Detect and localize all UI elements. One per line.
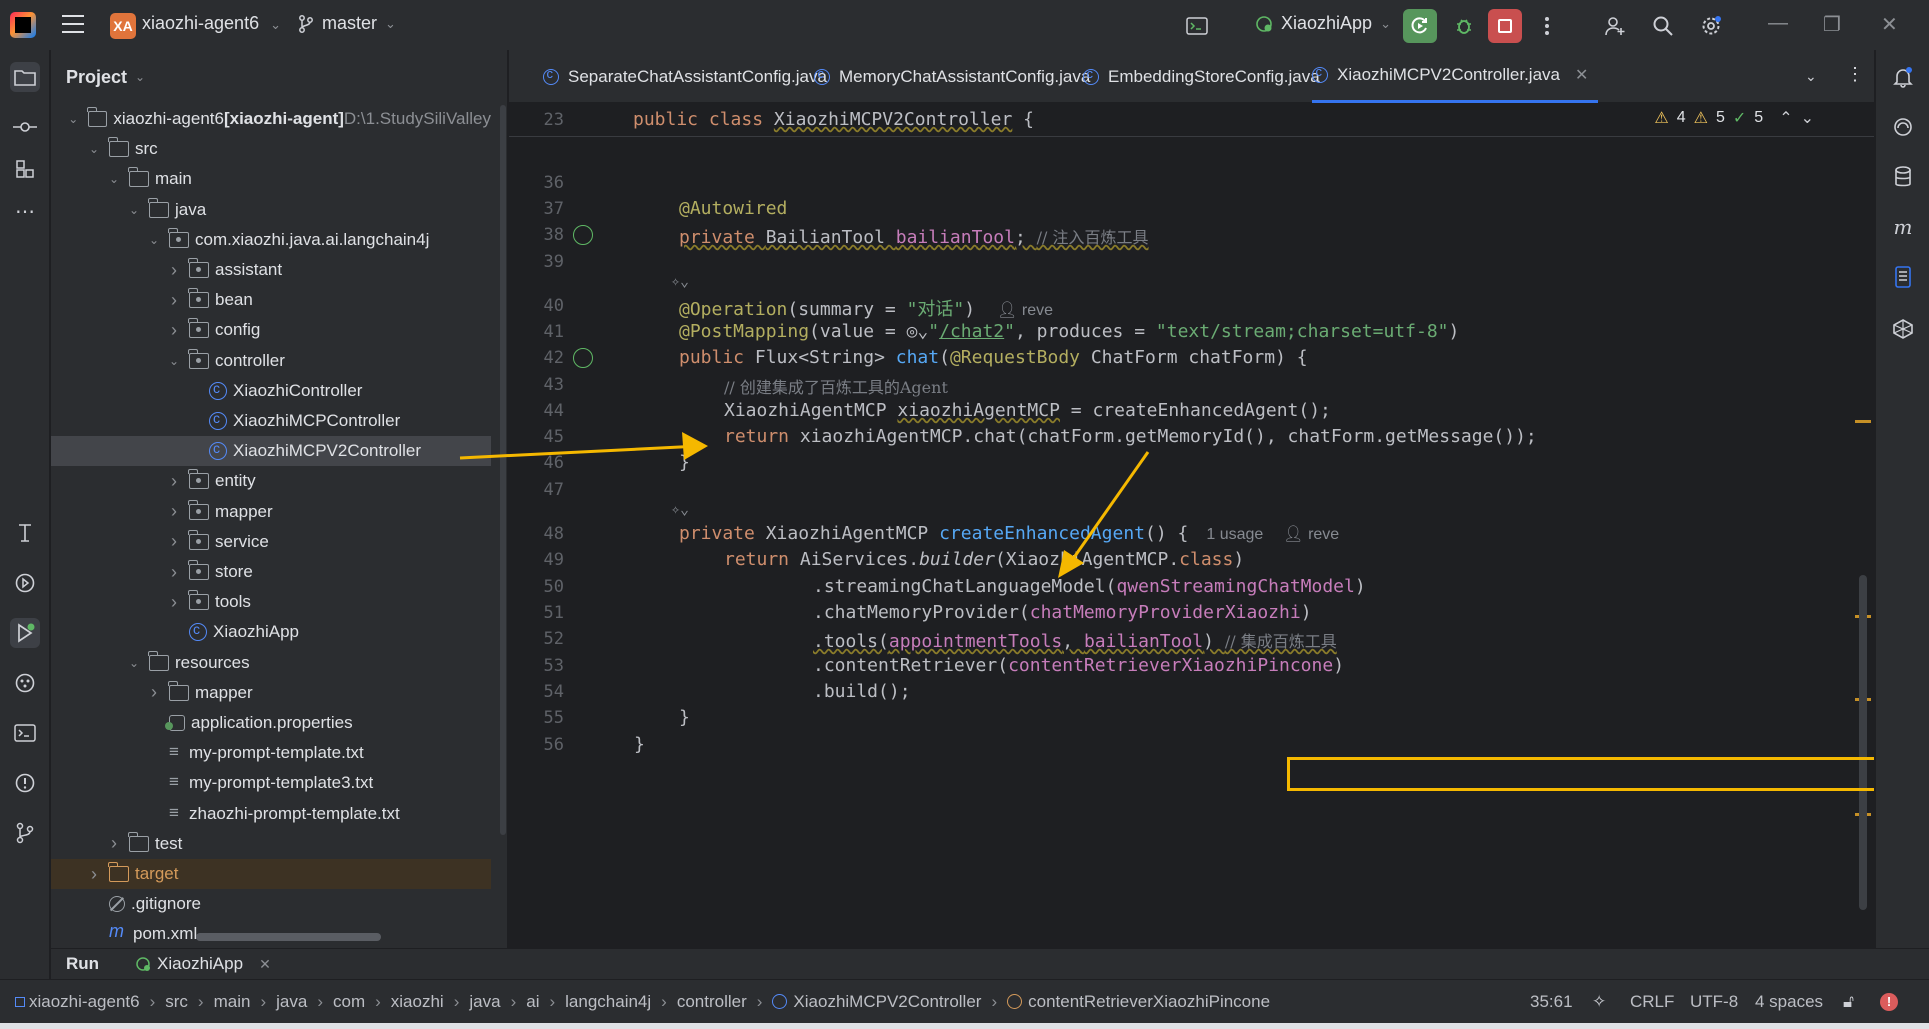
breadcrumb-separator: › [375,991,381,1011]
line-separator[interactable]: CRLF [1630,992,1674,1012]
sticky-code: public class XiaozhiMCPV2Controller { [633,109,1034,130]
notifications-bell-icon[interactable] [1888,62,1918,92]
java-class-icon [772,994,788,1009]
arrow-to-agent-call [459,441,702,460]
breadcrumb-item[interactable]: controller [677,992,747,1012]
arrowhead-enhanced-agent [1058,550,1084,578]
breadcrumb-separator: › [756,991,763,1011]
breadcrumb-item[interactable]: main [214,992,251,1012]
warning-count: 4 [1676,109,1686,126]
warning-icon: ⚠ [1654,110,1669,127]
spring-boot-icon [136,957,151,971]
database-icon[interactable] [1888,162,1918,192]
run-app-tab-label: XiaozhiApp [157,954,244,973]
lock-icon[interactable]: 🔓︎ [1843,992,1854,1012]
field-icon [1007,994,1023,1009]
highlight-annotation-box [1287,757,1874,791]
status-bar: xiaozhi-agent6 › src › main › java › com › xiaozhi… [0,979,1929,1023]
breadcrumb: xiaozhi-agent6 › src › main › java › com › xiaozhi… [15,992,1270,1012]
run-app-tab[interactable]: XiaozhiApp ✕ [135,954,271,974]
breadcrumb-item[interactable]: com [333,992,365,1012]
breadcrumb-item[interactable]: java [276,992,307,1012]
breadcrumb-separator: › [549,991,556,1011]
breadcrumb-item[interactable]: XiaozhiMCPV2Controller [793,992,981,1012]
check-icon: ✓ [1732,110,1747,127]
class-name: XiaozhiMCPV2Controller [773,109,1013,130]
breadcrumb-item[interactable]: src [165,992,188,1012]
breadcrumb-separator: › [260,991,267,1011]
file-encoding[interactable]: UTF-8 [1690,992,1738,1012]
ok-count: 5 [1754,109,1764,126]
bottom-tool-window-tabs: Run XiaozhiApp ✕ [51,948,1929,979]
breadcrumb-item[interactable]: contentRetrieverXiaozhiPincone [1028,992,1270,1012]
indent-setting[interactable]: 4 spaces [1755,992,1823,1012]
chevron-up-icon[interactable]: ⌃ [1779,108,1792,128]
breadcrumb-item[interactable]: langchain4j [565,992,651,1012]
breadcrumb-item[interactable]: xiaozhi-agent6 [29,992,140,1012]
line-number: 23 [543,110,564,130]
arrowhead-agent-call [682,432,708,460]
right-tool-window-bar: m [1875,50,1929,948]
documentation-icon[interactable] [1888,262,1918,292]
breadcrumb-separator: › [661,991,667,1011]
breadcrumb-item[interactable]: java [469,992,500,1012]
weak-warning-icon: ⚠ [1693,110,1708,127]
breadcrumb-separator: › [510,991,517,1011]
code-with-me-icon[interactable]: ✧ [1592,992,1606,1012]
run-tab-title[interactable]: Run [66,954,99,974]
weak-warning-count: 5 [1715,109,1725,126]
taskbar-edge [0,1023,1929,1029]
breadcrumb-separator: › [317,991,323,1011]
annotation-arrows [459,432,1150,578]
copilot-icon[interactable] [1888,314,1918,344]
breadcrumb-separator: › [991,991,998,1011]
close-tab-icon[interactable]: ✕ [259,956,271,973]
breadcrumb-separator: › [453,991,460,1011]
arrow-to-enhanced-agent [1066,451,1150,567]
breadcrumb-separator: › [149,991,156,1011]
keyword: public class [633,109,774,130]
breadcrumb-item[interactable]: ai [526,992,539,1012]
breadcrumb-item[interactable]: xiaozhi [391,992,444,1012]
chevron-down-icon[interactable]: ⌄ [1801,108,1814,128]
module-icon [15,996,25,1007]
inspection-widget[interactable]: ⚠ 4 ⚠ 5 ✓ 5 ⌃ ⌄ [1654,108,1814,128]
maven-icon[interactable]: m [1888,212,1918,242]
cursor-position[interactable]: 35:61 [1530,992,1573,1012]
code-text: { [1012,109,1034,130]
error-indicator-icon[interactable]: ! [1880,992,1898,1011]
breadcrumb-separator: › [197,991,204,1011]
ai-assistant-icon[interactable] [1888,112,1918,142]
